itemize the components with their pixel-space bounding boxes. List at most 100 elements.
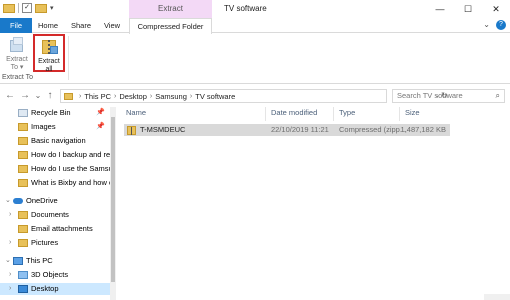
folder-icon xyxy=(18,137,28,145)
nav-item-label: Pictures xyxy=(31,238,59,247)
breadcrumb-desktop[interactable]: Desktop xyxy=(119,92,147,101)
nav-item-images[interactable]: Images 📌 xyxy=(0,121,116,133)
nav-item-email-attachments[interactable]: Email attachments xyxy=(0,223,116,235)
chevron-right-icon[interactable]: › xyxy=(9,237,11,249)
nav-item-label: How do I backup and rest xyxy=(31,150,116,159)
chevron-right-icon[interactable]: › xyxy=(9,209,11,221)
ribbon: Extract To ▾ Extract all Extract To xyxy=(0,34,510,84)
chevron-down-icon[interactable]: ⌄ xyxy=(5,195,11,207)
file-size: 1,487,182 KB xyxy=(400,125,446,134)
extract-all-label-1: Extract xyxy=(38,58,60,65)
nav-item-3d-objects[interactable]: › 3D Objects xyxy=(0,269,116,281)
chevron-right-icon[interactable]: › xyxy=(114,93,116,100)
forward-arrow-icon[interactable]: → xyxy=(19,88,31,104)
horizontal-scrollbar[interactable] xyxy=(484,294,510,300)
nav-item-label: Basic navigation xyxy=(31,136,86,145)
nav-item-samsung[interactable]: How do I use the Samsun xyxy=(0,163,116,175)
column-divider[interactable] xyxy=(265,107,266,121)
expand-ribbon-icon[interactable]: ⌄ xyxy=(483,20,490,30)
nav-item-bixby[interactable]: What is Bixby and how do xyxy=(0,177,116,189)
pin-icon[interactable]: 📌 xyxy=(96,121,105,133)
address-bar[interactable]: › This PC › Desktop › Samsung › TV softw… xyxy=(60,89,448,103)
tab-compressed-folder-tools[interactable]: Compressed Folder Tools xyxy=(129,18,212,46)
nav-item-label: Recycle Bin xyxy=(31,108,71,117)
window-title: TV software xyxy=(224,4,267,13)
desktop-icon xyxy=(18,285,28,293)
folder-icon[interactable] xyxy=(3,3,15,13)
chevron-down-icon[interactable]: ⌄ xyxy=(5,255,11,267)
context-tab-header: Extract xyxy=(129,0,212,18)
minimize-button[interactable]: — xyxy=(426,0,454,18)
chevron-right-icon[interactable]: › xyxy=(190,93,192,100)
nav-item-pictures[interactable]: › Pictures xyxy=(0,237,116,249)
breadcrumb-this-pc[interactable]: This PC xyxy=(84,92,111,101)
title-bar: ✓ ▾ Extract TV software — ☐ ✕ xyxy=(0,0,510,18)
extract-all-button[interactable]: Extract all xyxy=(33,34,65,73)
folder-icon xyxy=(18,211,28,219)
pin-icon[interactable]: 📌 xyxy=(96,107,105,119)
tab-file[interactable]: File xyxy=(0,18,32,33)
zip-folder-icon xyxy=(40,38,58,56)
chevron-right-icon[interactable]: › xyxy=(9,283,11,295)
search-input[interactable]: Search TV software ⌕ xyxy=(392,89,505,103)
help-icon[interactable]: ? xyxy=(496,20,506,30)
close-button[interactable]: ✕ xyxy=(482,0,510,18)
ribbon-right-controls: ⌄ ? xyxy=(483,20,506,30)
breadcrumb-tv-software[interactable]: TV software xyxy=(195,92,235,101)
back-arrow-icon[interactable]: ← xyxy=(4,88,16,104)
ribbon-tabs: File Home Share View Compressed Folder T… xyxy=(0,18,510,46)
tab-share[interactable]: Share xyxy=(66,18,96,33)
folder-icon xyxy=(18,179,28,187)
nav-item-basic-navigation[interactable]: Basic navigation xyxy=(0,135,116,147)
file-name[interactable]: T-MSMDEUC xyxy=(140,124,185,136)
extract-to-label-2: To ▾ xyxy=(10,64,24,71)
nav-item-label: Images xyxy=(31,122,56,131)
tab-home[interactable]: Home xyxy=(32,18,64,33)
nav-item-this-pc[interactable]: ⌄ This PC xyxy=(0,255,116,267)
nav-item-label: 3D Objects xyxy=(31,270,69,279)
chevron-right-icon[interactable]: › xyxy=(9,269,11,281)
folder-icon xyxy=(18,151,28,159)
maximize-button[interactable]: ☐ xyxy=(454,0,482,18)
column-header-size[interactable]: Size xyxy=(405,107,420,119)
column-divider[interactable] xyxy=(333,107,334,121)
chevron-right-icon[interactable]: › xyxy=(150,93,152,100)
tab-view[interactable]: View xyxy=(98,18,126,33)
nav-item-label: Desktop xyxy=(31,284,59,293)
properties-icon[interactable]: ✓ xyxy=(22,3,32,13)
column-divider[interactable] xyxy=(399,107,400,121)
window-controls: — ☐ ✕ xyxy=(426,0,510,18)
nav-item-recycle-bin[interactable]: Recycle Bin 📌 xyxy=(0,107,116,119)
extract-to-label-1: Extract xyxy=(6,56,28,63)
search-icon: ⌕ xyxy=(495,91,500,100)
recycle-bin-icon xyxy=(18,109,28,117)
recent-locations-icon[interactable]: ⌄ xyxy=(32,88,44,104)
file-list: Name Date modified Type Size T-MSMDEUC 2… xyxy=(120,107,510,300)
cube-icon xyxy=(18,271,28,279)
nav-item-desktop[interactable]: › Desktop xyxy=(0,283,116,295)
navigation-scrollbar-thumb[interactable] xyxy=(111,117,115,282)
column-header-date[interactable]: Date modified xyxy=(271,107,317,119)
column-header-type[interactable]: Type xyxy=(339,107,355,119)
nav-item-label: What is Bixby and how do xyxy=(31,178,116,187)
computer-icon xyxy=(13,257,23,265)
folder-icon xyxy=(18,165,28,173)
extract-to-icon xyxy=(8,36,26,54)
extract-to-button[interactable]: Extract To ▾ xyxy=(4,36,30,72)
column-header-name[interactable]: Name xyxy=(126,107,146,119)
nav-item-label: This PC xyxy=(26,256,53,265)
up-arrow-icon[interactable]: ↑ xyxy=(44,88,56,104)
qat-divider xyxy=(18,3,19,13)
navigation-row: ← → ⌄ ↑ › This PC › Desktop › Samsung › … xyxy=(0,88,510,104)
nav-item-label: OneDrive xyxy=(26,196,58,205)
navigation-pane: Recycle Bin 📌 Images 📌 Basic navigation … xyxy=(0,107,116,300)
nav-item-documents[interactable]: › Documents xyxy=(0,209,116,221)
nav-item-label: Email attachments xyxy=(31,224,93,233)
breadcrumb-samsung[interactable]: Samsung xyxy=(155,92,187,101)
qat-dropdown-icon[interactable]: ▾ xyxy=(50,4,54,12)
nav-item-onedrive[interactable]: ⌄ OneDrive xyxy=(0,195,116,207)
search-placeholder: Search TV software xyxy=(397,91,463,100)
new-folder-icon[interactable] xyxy=(35,3,47,13)
chevron-right-icon[interactable]: › xyxy=(79,93,81,100)
nav-item-backup[interactable]: How do I backup and rest xyxy=(0,149,116,161)
